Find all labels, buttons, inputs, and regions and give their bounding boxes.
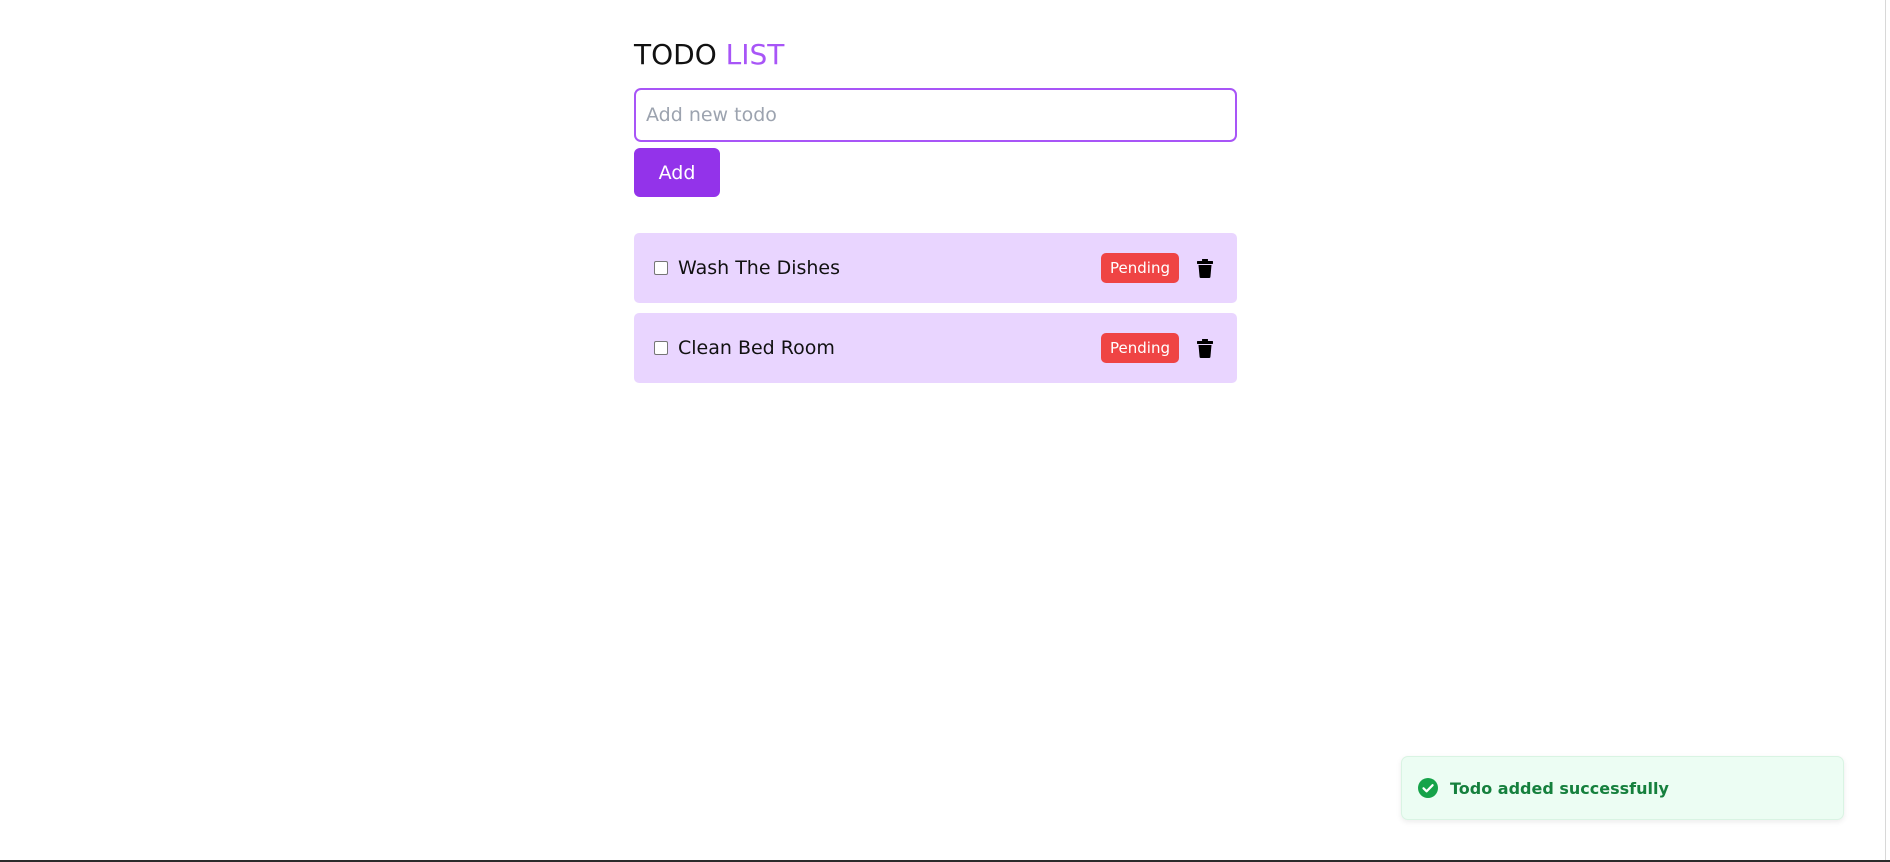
todo-label: Clean Bed Room <box>678 337 835 359</box>
success-toast[interactable]: Todo added successfully <box>1401 756 1844 820</box>
page-title: TODO LIST <box>634 36 1237 74</box>
todo-checkbox[interactable] <box>654 261 668 275</box>
todo-item: Clean Bed Room Pending <box>634 313 1237 383</box>
add-todo-button[interactable]: Add <box>634 148 720 197</box>
status-badge: Pending <box>1101 333 1179 363</box>
todo-checkbox[interactable] <box>654 341 668 355</box>
trash-icon <box>1197 258 1213 278</box>
toast-message: Todo added successfully <box>1450 778 1669 798</box>
todo-app: TODO LIST Add Wash The Dishes Pending C <box>634 36 1237 393</box>
title-primary: TODO <box>634 38 717 71</box>
delete-todo-button[interactable] <box>1193 333 1217 363</box>
app-viewport: TODO LIST Add Wash The Dishes Pending C <box>0 0 1890 862</box>
todo-item: Wash The Dishes Pending <box>634 233 1237 303</box>
todo-list: Wash The Dishes Pending Clean Bed Room P… <box>634 233 1237 383</box>
title-accent: LIST <box>725 38 785 71</box>
new-todo-input[interactable] <box>634 88 1237 142</box>
delete-todo-button[interactable] <box>1193 253 1217 283</box>
check-circle-icon <box>1418 778 1438 798</box>
scrollbar[interactable] <box>1885 0 1890 862</box>
todo-label: Wash The Dishes <box>678 257 841 279</box>
status-badge: Pending <box>1101 253 1179 283</box>
trash-icon <box>1197 338 1213 358</box>
